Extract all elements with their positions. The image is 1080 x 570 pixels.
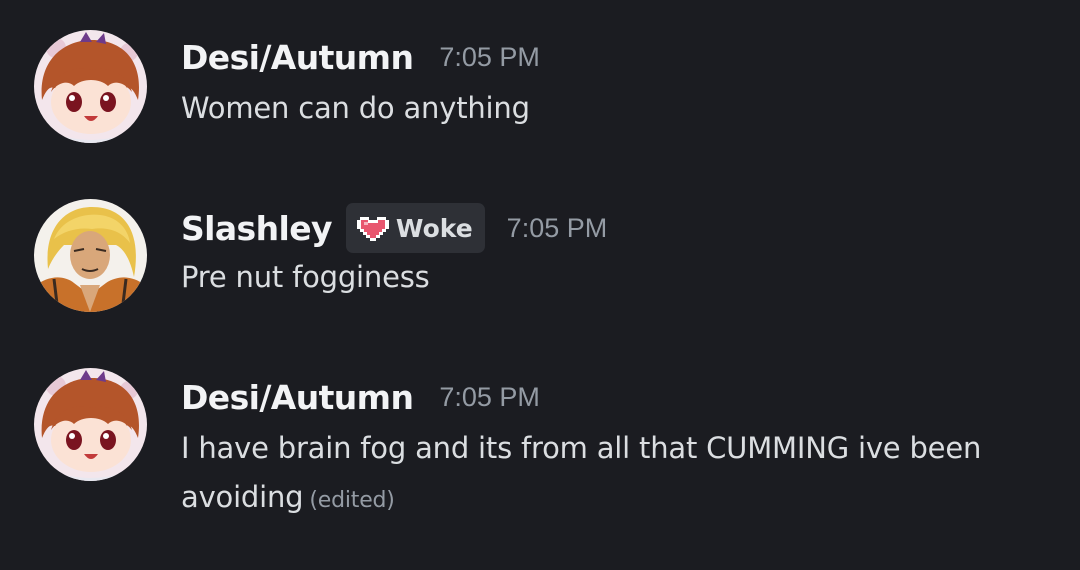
role-tag[interactable]: Woke <box>345 203 485 253</box>
message-header: Slashley Woke 7:05 PM <box>181 203 608 253</box>
timestamp[interactable]: 7:05 PM <box>439 382 540 413</box>
message-header: Desi/Autumn 7:05 PM <box>181 34 540 80</box>
message-content: Women can do anything <box>181 84 1041 133</box>
message-content: Pre nut fogginess <box>181 253 1041 302</box>
username[interactable]: Desi/Autumn <box>181 378 414 417</box>
slashley-avatar-icon <box>34 199 147 312</box>
message-text: Women can do anything <box>181 91 530 125</box>
username[interactable]: Slashley <box>181 209 332 248</box>
user-avatar[interactable] <box>34 30 147 143</box>
desi-avatar-icon <box>34 30 147 143</box>
pixel-heart-icon <box>356 217 389 241</box>
timestamp[interactable]: 7:05 PM <box>507 213 608 244</box>
desi-avatar-icon <box>34 368 147 481</box>
message-text: I have brain fog and its from all that C… <box>181 431 982 514</box>
message-content: I have brain fog and its from all that C… <box>181 424 1041 525</box>
edited-label: (edited) <box>309 488 395 513</box>
role-tag-label: Woke <box>395 213 473 243</box>
username[interactable]: Desi/Autumn <box>181 38 414 77</box>
timestamp[interactable]: 7:05 PM <box>439 42 540 73</box>
user-avatar[interactable] <box>34 199 147 312</box>
message-text: Pre nut fogginess <box>181 260 430 294</box>
message-header: Desi/Autumn 7:05 PM <box>181 374 540 420</box>
user-avatar[interactable] <box>34 368 147 481</box>
